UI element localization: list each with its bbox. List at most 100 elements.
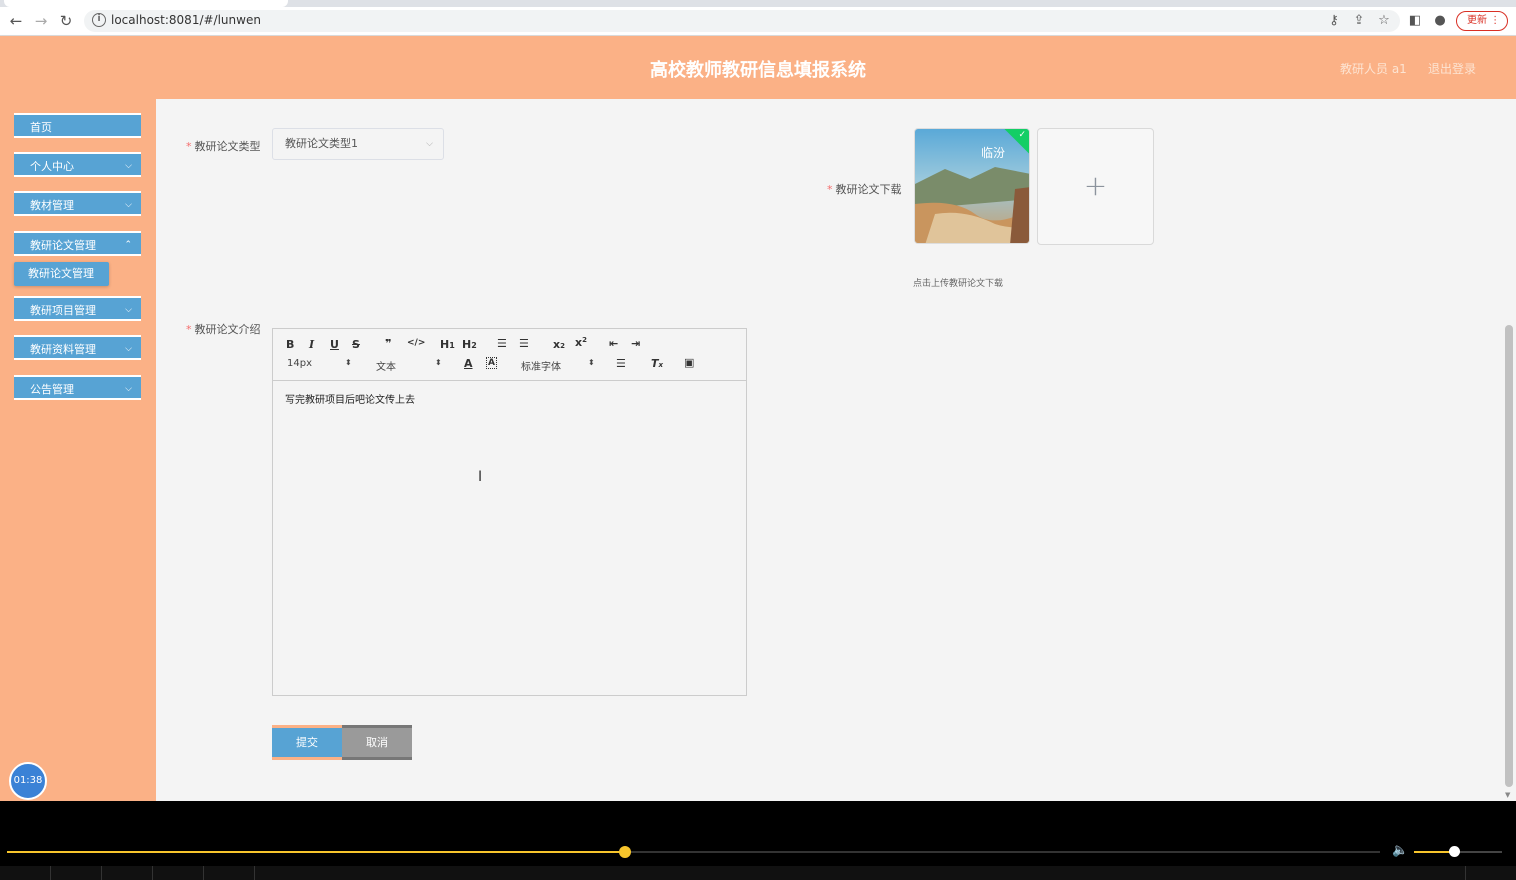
page-scrollbar[interactable]: ▼ [1502,99,1516,801]
paper-type-select[interactable]: 教研论文类型1 ⌵ [272,128,444,160]
volume-icon[interactable]: 🔈 [1392,843,1408,858]
block-format-value: 文本 [376,362,396,373]
intro-label-text: 教研论文介绍 [194,323,261,336]
rich-text-editor[interactable]: B I U S ❞ </> H1 H2 ☰ ☰ x2 x2 ⇤ ⇥ 14px ⬍ … [272,328,747,696]
chevron-down-icon: ⌵ [125,305,132,315]
type-label-text: 教研论文类型 [194,140,261,153]
heading1-icon[interactable]: H1 [440,338,455,351]
divider [101,866,102,880]
scrollbar-thumb[interactable] [1505,325,1513,787]
browser-tab[interactable] [4,0,288,7]
sidebar-subitem-papers[interactable]: 教研论文管理 [14,262,109,286]
bullet-list-icon[interactable]: ☰ [519,337,529,350]
code-block-icon[interactable]: </> [407,338,425,348]
align-icon[interactable]: ☰ [616,357,626,370]
sidebar-item-home[interactable]: 首页 [14,113,141,138]
required-mark: * [827,183,833,196]
divider [50,866,51,880]
browser-tabstrip [0,0,1516,7]
side-panel-icon[interactable]: ◧ [1407,13,1423,29]
background-color-icon[interactable]: A [486,357,497,369]
app-title: 高校教师教研信息填报系统 [650,60,866,81]
sidebar-item-materials[interactable]: 教研资料管理 ⌵ [14,335,141,360]
underline-icon[interactable]: U [330,338,339,351]
clear-format-icon[interactable]: Tx [651,357,663,370]
text-cursor-icon: I [478,469,483,485]
key-icon[interactable]: ⚷ [1326,13,1342,29]
divider [203,866,204,880]
chevron-down-icon: ⌵ [125,384,132,394]
forward-arrow-icon[interactable]: → [31,12,51,30]
sidebar-item-label: 教研论文管理 [30,239,96,252]
sidebar-item-personal-center[interactable]: 个人中心 ⌵ [14,152,141,177]
block-format-select[interactable]: 文本 ⬍ [376,358,442,373]
required-mark: * [186,323,192,336]
font-family-select[interactable]: 标准字体 ⬍ [521,358,595,373]
font-color-icon[interactable]: A [464,357,473,370]
browser-toolbar: ← → ↻ i localhost:8081/#/lunwen ⚷ ⇪ ☆ ◧ … [0,7,1516,36]
upload-add-button[interactable]: + [1037,128,1154,245]
outdent-icon[interactable]: ⇤ [609,337,618,350]
intro-field-label: * 教研论文介绍 [186,321,261,337]
paper-type-value: 教研论文类型1 [285,137,358,150]
current-user: 教研人员 a1 [1340,62,1407,76]
scroll-down-icon[interactable]: ▼ [1505,791,1510,799]
blockquote-icon[interactable]: ❞ [385,337,391,350]
editor-content[interactable]: 写完教研项目后吧论文传上去 [285,391,415,406]
updown-icon: ⬍ [435,358,442,367]
heading2-icon[interactable]: H2 [462,338,477,351]
indent-icon[interactable]: ⇥ [631,337,640,350]
italic-icon[interactable]: I [309,338,314,351]
star-icon[interactable]: ☆ [1376,13,1392,29]
site-info-icon[interactable]: i [92,13,106,27]
divider [254,866,255,880]
sidebar: 首页 个人中心 ⌵ 教材管理 ⌵ 教研论文管理 ⌃ 教研论文管理 教研项目管理 ⌵ 教研… [0,99,156,801]
share-icon[interactable]: ⇪ [1351,13,1367,29]
sidebar-item-label: 公告管理 [30,383,74,396]
ordered-list-icon[interactable]: ☰ [497,337,507,350]
logout-link[interactable]: 退出登录 [1428,60,1476,77]
sidebar-item-label: 首页 [30,121,52,134]
editor-toolbar: B I U S ❞ </> H1 H2 ☰ ☰ x2 x2 ⇤ ⇥ 14px ⬍ … [273,329,746,381]
image-icon[interactable]: ▣ [684,356,694,369]
font-size-select[interactable]: 14px ⬍ [287,358,352,369]
sidebar-item-label: 教材管理 [30,199,74,212]
update-button[interactable]: 更新 ⋮ [1456,11,1508,31]
uploaded-file-thumbnail[interactable]: 临汾 ✓ [914,128,1030,244]
subscript-icon[interactable]: x2 [553,338,565,351]
chevron-down-icon: ⌵ [125,161,132,171]
update-label: 更新 [1467,15,1487,26]
watermark-calligraphy: 临汾 [981,146,1005,160]
taskbar-strip [0,866,1516,880]
upload-hint: 点击上传教研论文下载 [913,279,1004,289]
bold-icon[interactable]: B [286,338,294,351]
submit-button[interactable]: 提交 [272,725,342,760]
volume-slider[interactable] [1414,846,1502,857]
chevron-down-icon: ⌵ [125,344,132,354]
sidebar-item-projects[interactable]: 教研项目管理 ⌵ [14,296,141,321]
check-icon: ✓ [1018,130,1026,140]
playback-progress[interactable] [7,846,1380,858]
recording-timer: 01:38 [9,762,47,800]
sidebar-item-textbooks[interactable]: 教材管理 ⌵ [14,191,141,216]
required-mark: * [186,140,192,153]
download-label-text: 教研论文下载 [835,183,902,196]
cancel-button[interactable]: 取消 [342,725,412,760]
app-header: 高校教师教研信息填报系统 教研人员 a1 退出登录 [0,36,1516,99]
divider [1465,866,1466,880]
address-bar[interactable]: i localhost:8081/#/lunwen [84,10,1400,32]
sidebar-item-announcements[interactable]: 公告管理 ⌵ [14,375,141,400]
strike-icon[interactable]: S [352,338,360,351]
volume-handle[interactable] [1448,846,1460,857]
download-field-label: * 教研论文下载 [827,181,902,197]
reload-icon[interactable]: ↻ [56,12,76,30]
back-arrow-icon[interactable]: ← [6,12,26,30]
updown-icon: ⬍ [588,358,595,367]
font-size-value: 14px [287,358,312,369]
sidebar-item-papers[interactable]: 教研论文管理 ⌃ [14,231,141,256]
landscape-photo: 临汾 [915,129,1029,243]
superscript-icon[interactable]: x2 [575,336,587,349]
updown-icon: ⬍ [345,358,352,367]
progress-handle[interactable] [618,846,631,858]
profile-icon[interactable]: ● [1432,13,1448,29]
